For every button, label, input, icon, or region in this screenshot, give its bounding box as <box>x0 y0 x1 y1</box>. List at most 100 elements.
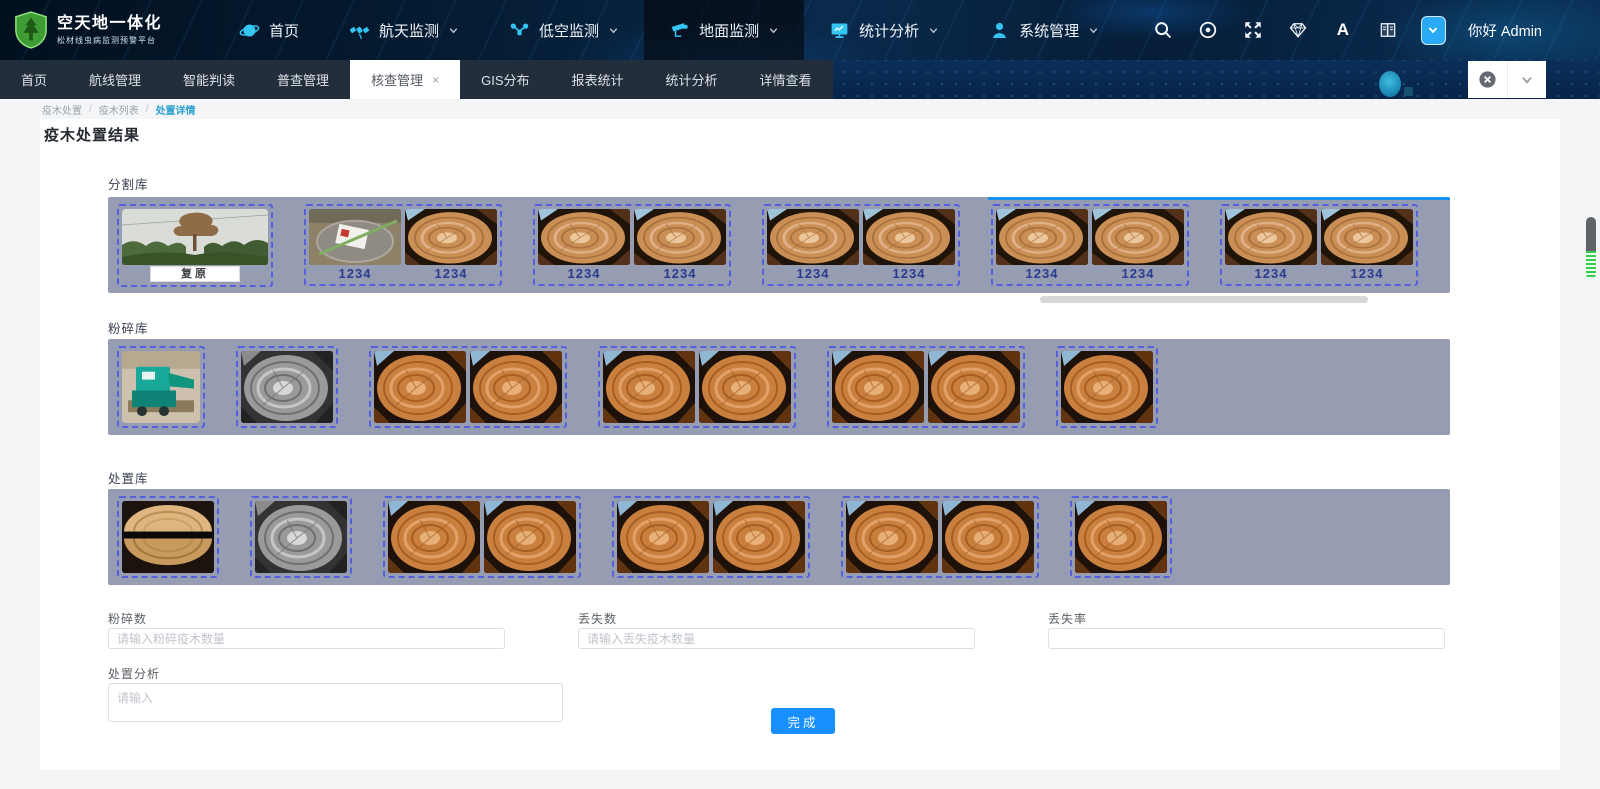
crush-count-input[interactable] <box>108 628 505 649</box>
wood-pair-card[interactable] <box>369 346 567 428</box>
wood-section[interactable] <box>538 209 630 265</box>
nav-item-label: 低空监测 <box>539 20 599 41</box>
tab-survey-management[interactable]: 普查管理 <box>256 60 350 99</box>
wood-section-orange[interactable] <box>942 501 1034 573</box>
wood-id-label: 1234 <box>893 265 926 281</box>
wood-pair-card[interactable] <box>598 346 796 428</box>
wood-item <box>122 501 214 573</box>
font-size-icon: A <box>1337 20 1349 40</box>
wood-section[interactable] <box>767 209 859 265</box>
wood-pair-card[interactable]: 1234 1234 <box>304 204 502 286</box>
tab-label: 首页 <box>21 70 47 89</box>
app-subtitle: 松材线虫病监测预警平台 <box>57 35 162 46</box>
wrapped-log[interactable] <box>309 209 401 265</box>
wood-pair-card[interactable]: 1234 1234 <box>1220 204 1418 286</box>
breadcrumb-item[interactable]: 疫木列表 <box>99 102 139 117</box>
content-card: 疫木处置结果 分割库 复原 1234 1234 1234 1234 1234 1… <box>40 119 1560 770</box>
wood-section-orange[interactable] <box>603 351 695 423</box>
tree-photo[interactable] <box>122 209 268 265</box>
crusher-machine[interactable] <box>122 351 200 423</box>
wood-pair-card[interactable]: 1234 1234 <box>991 204 1189 286</box>
user-dropdown-button[interactable] <box>1421 16 1446 45</box>
crush-count-label: 粉碎数 <box>108 610 147 627</box>
wood-pair-card[interactable] <box>612 496 810 578</box>
close-all-tabs-button[interactable] <box>1468 61 1507 98</box>
logo-shield-icon <box>14 11 48 49</box>
breadcrumb-item[interactable]: 疫木处置 <box>42 102 82 117</box>
tab-verification-management[interactable]: 核查管理× <box>350 60 460 99</box>
main-menu: 首页 航天监测 低空监测 地面监测统计分析系统管理 <box>214 0 1124 60</box>
horizontal-scrollbar[interactable] <box>1040 296 1368 303</box>
wood-section[interactable] <box>405 209 497 265</box>
locate-button[interactable] <box>1197 19 1219 41</box>
nav-item-low-altitude-monitoring[interactable]: 低空监测 <box>484 0 644 60</box>
wood-section-orange[interactable] <box>846 501 938 573</box>
wood-card[interactable] <box>236 346 338 428</box>
tab-close-icon[interactable]: × <box>432 74 439 86</box>
wood-pair-card[interactable]: 1234 1234 <box>533 204 731 286</box>
wood-card[interactable] <box>117 346 205 428</box>
wood-section-orange[interactable] <box>713 501 805 573</box>
wood-card[interactable] <box>1056 346 1158 428</box>
stacked-sections[interactable] <box>122 501 214 573</box>
fullscreen-button[interactable] <box>1242 19 1264 41</box>
search-button[interactable] <box>1152 19 1174 41</box>
wood-card[interactable] <box>250 496 352 578</box>
gray-section[interactable] <box>241 351 333 423</box>
wood-pair-card[interactable] <box>383 496 581 578</box>
disposal-analysis-textarea[interactable] <box>108 683 563 722</box>
tab-home[interactable]: 首页 <box>0 60 68 99</box>
wood-section-orange[interactable] <box>388 501 480 573</box>
wood-card[interactable] <box>117 496 219 578</box>
font-size-button[interactable]: A <box>1332 19 1354 41</box>
tab-gis-distribution[interactable]: GIS分布 <box>460 60 550 99</box>
tab-detail-view[interactable]: 详情查看 <box>739 60 833 99</box>
wood-item <box>699 351 791 423</box>
wood-section-orange[interactable] <box>484 501 576 573</box>
nav-item-label: 首页 <box>269 20 299 41</box>
wood-section-orange[interactable] <box>1061 351 1153 423</box>
tab-statistical-analysis[interactable]: 统计分析 <box>645 60 739 99</box>
finish-button[interactable]: 完成 <box>771 708 835 734</box>
section-label-segmentation: 分割库 <box>108 174 149 193</box>
tree-card[interactable]: 复原 <box>117 204 273 287</box>
wood-pair-card[interactable] <box>841 496 1039 578</box>
nav-item-system-management[interactable]: 系统管理 <box>964 0 1124 60</box>
wood-section-orange[interactable] <box>832 351 924 423</box>
tab-intelligent-interpretation[interactable]: 智能判读 <box>162 60 256 99</box>
wood-pair-card[interactable]: 1234 1234 <box>762 204 960 286</box>
tab-list-dropdown-button[interactable] <box>1507 61 1547 98</box>
nav-item-statistical-analysis[interactable]: 统计分析 <box>804 0 964 60</box>
wood-item <box>617 501 709 573</box>
wood-id-label: 1234 <box>1351 265 1384 281</box>
nav-item-space-monitoring[interactable]: 航天监测 <box>324 0 484 60</box>
wood-section-orange[interactable] <box>374 351 466 423</box>
language-button[interactable] <box>1377 19 1399 41</box>
wood-section-orange[interactable] <box>928 351 1020 423</box>
wood-section-orange[interactable] <box>699 351 791 423</box>
vertical-scrollbar[interactable] <box>1586 217 1596 279</box>
nav-item-ground-monitoring[interactable]: 地面监测 <box>644 0 804 60</box>
chevron-down-icon <box>928 25 939 36</box>
wood-section[interactable] <box>634 209 726 265</box>
wood-pair-card[interactable] <box>827 346 1025 428</box>
wood-card[interactable] <box>1070 496 1172 578</box>
wood-section-orange[interactable] <box>1075 501 1167 573</box>
tab-route-management[interactable]: 航线管理 <box>68 60 162 99</box>
tab-report-statistics[interactable]: 报表统计 <box>551 60 645 99</box>
loss-rate-input[interactable] <box>1048 628 1445 649</box>
gray-section[interactable] <box>255 501 347 573</box>
loss-count-input[interactable] <box>578 628 975 649</box>
wood-section[interactable] <box>1092 209 1184 265</box>
gem-button[interactable] <box>1287 19 1309 41</box>
tab-label: 报表统计 <box>572 70 624 89</box>
wood-section[interactable] <box>1225 209 1317 265</box>
wood-section[interactable] <box>1321 209 1413 265</box>
wood-section[interactable] <box>863 209 955 265</box>
monitor-icon <box>829 20 850 41</box>
wood-section[interactable] <box>996 209 1088 265</box>
restore-button[interactable]: 复原 <box>150 266 240 282</box>
wood-section-orange[interactable] <box>470 351 562 423</box>
wood-section-orange[interactable] <box>617 501 709 573</box>
nav-item-home[interactable]: 首页 <box>214 0 324 60</box>
